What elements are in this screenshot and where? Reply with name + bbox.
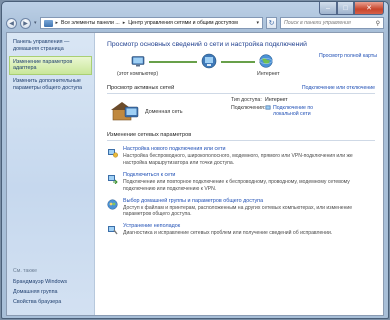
network-map: (этот компьютер) Интернет xyxy=(107,53,375,83)
network-name: Доменная сеть xyxy=(145,109,183,115)
search-placeholder: Поиск в панели управления xyxy=(284,20,351,26)
task-connect-network-desc: Подключение или повторное подключение к … xyxy=(123,178,350,192)
breadcrumb-network-center[interactable]: Центр управления сетями и общим доступом xyxy=(128,20,238,26)
address-row: ◀ ▶ ▾ ▸ Все элементы панели ... ▸ Центр … xyxy=(6,16,384,30)
control-panel-icon xyxy=(43,19,53,27)
see-also-heading: См. также xyxy=(13,268,38,274)
task-homegroup-link[interactable]: Выбор домашней группы и параметров общег… xyxy=(123,198,375,204)
lan-connection-icon xyxy=(265,105,271,110)
active-network-card: Доменная сеть Тип доступа: Интернет Подк… xyxy=(107,97,375,129)
task-new-connection-desc: Настройка беспроводного, широкополосного… xyxy=(123,153,353,166)
connection-link[interactable]: Подключение по локальной сети xyxy=(265,105,321,117)
history-dropdown-icon[interactable]: ▾ xyxy=(34,20,37,26)
network-icon xyxy=(201,53,217,69)
divider xyxy=(107,140,375,141)
search-icon: ⚲ xyxy=(375,20,380,27)
sidebar-item-adapter-settings[interactable]: Изменение параметров адаптера xyxy=(9,55,92,75)
see-also-browser-properties[interactable]: Свойства браузера xyxy=(7,297,94,307)
homegroup-icon xyxy=(107,198,118,210)
page-title: Просмотр основных сведений о сети и наст… xyxy=(107,41,307,48)
active-networks-header: Просмотр активных сетей Подключение или … xyxy=(107,85,375,91)
search-input[interactable]: Поиск в панели управления ⚲ xyxy=(280,17,384,29)
computer-icon xyxy=(131,56,145,67)
internet-globe-icon xyxy=(259,54,273,68)
close-button[interactable]: ✕ xyxy=(354,2,384,15)
connection-name: Подключение по локальной сети xyxy=(273,105,314,117)
window: – □ ✕ ◀ ▶ ▾ ▸ Все элементы панели ... ▸ … xyxy=(1,1,389,319)
address-bar[interactable]: ▸ Все элементы панели ... ▸ Центр управл… xyxy=(39,17,263,29)
sidebar-item-control-panel-home[interactable]: Панель управления — домашняя страница xyxy=(7,37,94,55)
access-type-label: Тип доступа: xyxy=(231,97,262,103)
troubleshoot-icon xyxy=(108,226,118,235)
address-dropdown-icon[interactable]: ▾ xyxy=(256,20,259,26)
maximize-button[interactable]: □ xyxy=(337,2,354,15)
connections-label: Подключения: xyxy=(231,105,266,111)
forward-button[interactable]: ▶ xyxy=(20,17,31,29)
caption-buttons: – □ ✕ xyxy=(319,2,384,15)
connect-disconnect-link[interactable]: Подключение или отключение xyxy=(302,85,375,91)
refresh-icon: ↻ xyxy=(268,20,275,27)
internet-label: Интернет xyxy=(257,71,280,77)
this-computer-label: (этот компьютер) xyxy=(117,71,159,77)
divider xyxy=(107,93,375,94)
domain-network-icon xyxy=(111,102,139,121)
back-arrow-icon: ◀ xyxy=(9,20,14,27)
map-connection-line xyxy=(149,61,197,63)
task-new-connection-link[interactable]: Настройка нового подключения или сети xyxy=(123,146,375,152)
sidebar: Панель управления — домашняя страница Из… xyxy=(7,33,95,315)
back-button[interactable]: ◀ xyxy=(6,17,17,29)
task-troubleshoot: Устранение неполадок Диагностика и испра… xyxy=(107,223,375,237)
main-panel: Просмотр основных сведений о сети и наст… xyxy=(95,33,383,315)
access-type-value: Интернет xyxy=(265,97,288,103)
see-also-firewall[interactable]: Брандмауэр Windows xyxy=(7,277,94,287)
change-settings-title: Изменение сетевых параметров xyxy=(107,132,192,138)
network-properties: Тип доступа: Интернет Подключения: Подкл… xyxy=(231,97,321,119)
content-area: Панель управления — домашняя страница Из… xyxy=(6,32,384,316)
see-also-section: См. также Брандмауэр Windows Домашняя гр… xyxy=(7,268,94,307)
sidebar-item-sharing-settings[interactable]: Изменить дополнительные параметры общего… xyxy=(7,76,94,94)
minimize-button[interactable]: – xyxy=(319,2,337,15)
connect-network-icon xyxy=(108,174,118,184)
task-new-connection: Настройка нового подключения или сети На… xyxy=(107,146,375,167)
breadcrumb-separator-icon: ▸ xyxy=(55,20,59,26)
breadcrumb-all-items[interactable]: Все элементы панели ... xyxy=(61,20,120,26)
refresh-button[interactable]: ↻ xyxy=(266,17,277,29)
forward-arrow-icon: ▶ xyxy=(23,20,28,27)
task-connect-network: Подключиться к сети Подключение или повт… xyxy=(107,172,375,193)
map-connection-line xyxy=(221,61,255,63)
new-connection-icon xyxy=(108,149,118,158)
see-also-homegroup[interactable]: Домашняя группа xyxy=(7,287,94,297)
task-homegroup-desc: Доступ к файлам и принтерам, расположенн… xyxy=(123,204,353,218)
task-troubleshoot-desc: Диагностика и исправление сетевых пробле… xyxy=(123,230,333,237)
task-homegroup: Выбор домашней группы и параметров общег… xyxy=(107,198,375,219)
task-troubleshoot-link[interactable]: Устранение неполадок xyxy=(123,223,375,229)
active-networks-title: Просмотр активных сетей xyxy=(107,85,175,91)
task-connect-network-link[interactable]: Подключиться к сети xyxy=(123,172,375,178)
breadcrumb-separator-icon: ▸ xyxy=(122,20,126,26)
